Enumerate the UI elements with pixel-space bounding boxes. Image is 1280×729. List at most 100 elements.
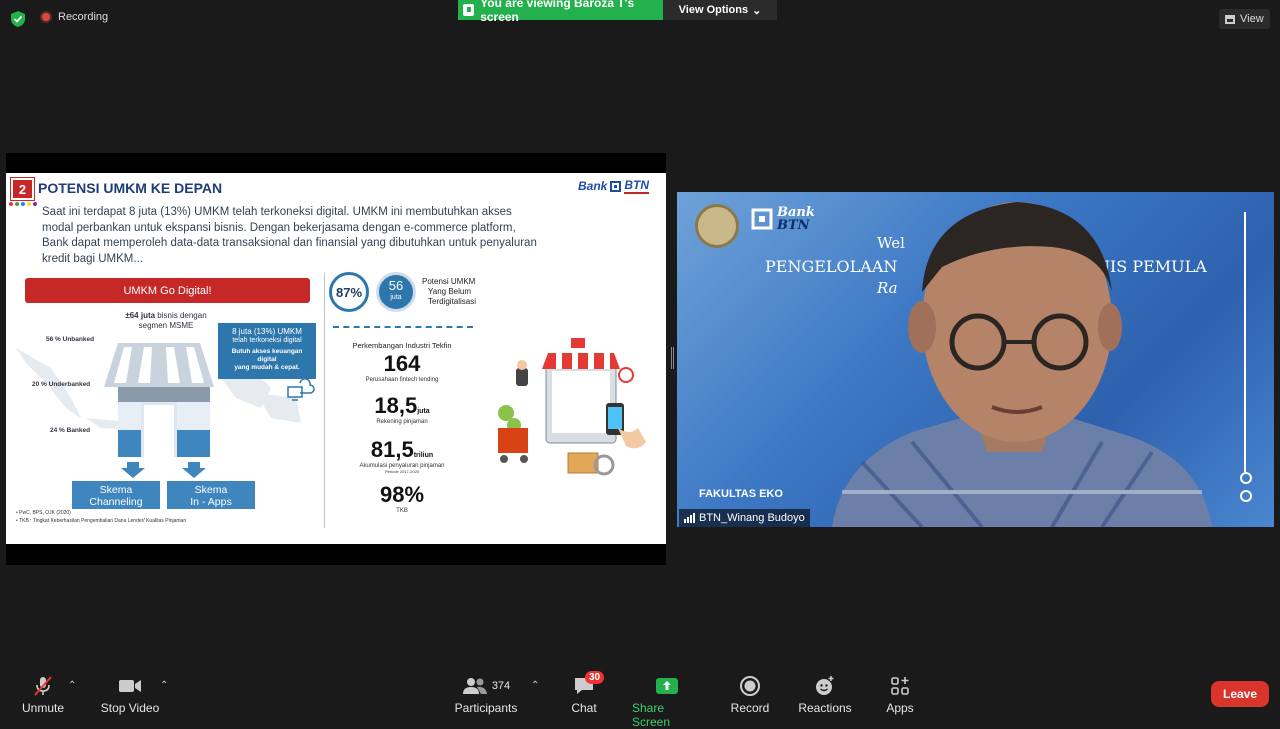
participant-person-graphic bbox=[832, 202, 1212, 527]
slide-divider bbox=[324, 273, 325, 528]
percent-87-circle: 87% bbox=[329, 272, 369, 312]
chat-button[interactable]: 30 Chat bbox=[568, 671, 605, 715]
msme-label: ±64 juta bisnis dengan segmen MSME bbox=[121, 311, 211, 331]
arrow-down-icon bbox=[121, 462, 145, 478]
56-juta-circle: 56 juta bbox=[376, 272, 416, 312]
tekfin-title: Perkembangan Industri Tekfin bbox=[352, 341, 452, 350]
stat3-period: Periode 2017-2020 bbox=[384, 469, 420, 474]
skema-inapps-box: Skema In - Apps bbox=[167, 481, 255, 509]
apps-icon bbox=[890, 675, 910, 697]
btn-logo: Bank BTN bbox=[578, 178, 650, 194]
footnote1-text: PwC, BPS, OJK (2020) bbox=[19, 510, 71, 516]
bank-logo-icon bbox=[610, 180, 622, 192]
stop-video-button[interactable]: Stop Video bbox=[100, 675, 160, 715]
slide-title: POTENSI UMKM KE DEPAN bbox=[38, 180, 223, 196]
chat-label: Chat bbox=[571, 701, 597, 715]
msme-line2: segmen MSME bbox=[138, 321, 194, 330]
apps-button[interactable]: Apps bbox=[883, 675, 917, 715]
participants-options-caret[interactable]: ⌃ bbox=[531, 680, 539, 691]
chat-bubble-icon: 30 bbox=[573, 671, 605, 697]
stat4-label: TKB bbox=[396, 508, 408, 514]
unmute-button[interactable]: Unmute bbox=[20, 675, 66, 715]
store-bar-unbanked bbox=[118, 387, 210, 402]
participants-label: Participants bbox=[454, 701, 518, 715]
skema1-line1: Skema bbox=[99, 484, 133, 496]
stat-akumulasi: 81,5triliun Akumulasi penyaluran pinjama… bbox=[332, 437, 472, 474]
view-button[interactable]: View bbox=[1219, 9, 1270, 29]
stat1-label: Perusahaan fintech lending bbox=[365, 377, 439, 383]
potensi-line2: Yang Belum bbox=[428, 287, 471, 296]
unmute-label: Unmute bbox=[21, 701, 65, 715]
footnote2-text: TKB : Tingkat Keberhasilan Pengembalian … bbox=[19, 518, 187, 524]
viewing-label: You are viewing Baroza T's screen bbox=[480, 0, 635, 24]
panel-resize-handle[interactable] bbox=[671, 347, 674, 369]
callout-line1: 8 juta (13%) UMKM bbox=[232, 327, 302, 336]
store-door bbox=[141, 402, 177, 457]
underbanked-label: 20 % Underbanked bbox=[32, 381, 91, 388]
bg-vertical-line bbox=[1244, 212, 1246, 472]
store-awning-graphic bbox=[104, 343, 214, 387]
share-screen-icon bbox=[463, 4, 475, 16]
stat-tkb: 98% TKB bbox=[332, 482, 472, 514]
pct56-unit: juta bbox=[390, 294, 402, 301]
stat4-value: 98% bbox=[379, 482, 425, 507]
view-label: View bbox=[1240, 13, 1264, 25]
participant-name: BTN_Winang Budoyo bbox=[699, 512, 805, 524]
footnote-1: • PwC, BPS, OJK (2020) bbox=[16, 510, 71, 516]
callout-line3: Butuh akses keuangan digital bbox=[231, 348, 303, 363]
viewing-screen-banner: You are viewing Baroza T's screen bbox=[458, 0, 663, 24]
footnote-2: • TKB : Tingkat Keberhasilan Pengembalia… bbox=[16, 518, 187, 524]
brand-a: Bank bbox=[578, 179, 608, 193]
stat-fintech: 164 Perusahaan fintech lending bbox=[332, 351, 472, 383]
participants-button[interactable]: 374 Participants bbox=[455, 675, 517, 715]
reactions-button[interactable]: Reactions bbox=[798, 675, 852, 715]
msme-rest: bisnis dengan bbox=[155, 311, 207, 320]
view-options-label: View Options bbox=[678, 4, 749, 16]
signal-strength-icon bbox=[684, 513, 695, 523]
grid-view-icon bbox=[1225, 14, 1235, 24]
record-button[interactable]: Record bbox=[730, 675, 770, 715]
shield-icon[interactable] bbox=[10, 10, 26, 28]
potensi-line3: Terdigitalisasi bbox=[428, 297, 477, 306]
stat2-value: 18,5 bbox=[374, 393, 418, 418]
bg-circle-decoration bbox=[1240, 490, 1252, 502]
slide-paragraph: Saat ini terdapat 8 juta (13%) UMKM tela… bbox=[42, 206, 537, 265]
recording-indicator[interactable]: Recording bbox=[40, 11, 108, 23]
participants-icon: 374 bbox=[462, 675, 510, 697]
share-screen-button[interactable]: Share Screen bbox=[632, 675, 702, 729]
smiley-plus-icon bbox=[814, 675, 836, 697]
stat3-unit: triliun bbox=[413, 452, 434, 459]
msme-bold: ±64 juta bbox=[125, 311, 156, 320]
cloud-computer-icon bbox=[287, 378, 315, 401]
view-options-button[interactable]: View Options ⌄ bbox=[663, 0, 777, 20]
callout-box: 8 juta (13%) UMKM telah terkoneksi digit… bbox=[218, 323, 316, 379]
reactions-label: Reactions bbox=[798, 701, 852, 715]
bg-circle-decoration bbox=[1240, 472, 1252, 484]
participant-video-tile[interactable]: BankBTN Wel n PENGELOLAAN SNIS PEMULA Ra… bbox=[677, 192, 1274, 527]
callout-line4: yang mudah & cepat. bbox=[234, 364, 300, 371]
video-options-caret[interactable]: ⌃ bbox=[160, 680, 168, 691]
record-label: Record bbox=[730, 701, 770, 715]
chat-badge: 30 bbox=[585, 671, 605, 684]
go-digital-banner: UMKM Go Digital! bbox=[25, 278, 310, 303]
pct56-value: 56 bbox=[388, 278, 404, 293]
apps-label: Apps bbox=[886, 701, 914, 715]
stat-rekening: 18,5juta Rekening pinjaman bbox=[332, 393, 472, 425]
shared-slide[interactable]: 2 POTENSI UMKM KE DEPAN Bank BTN Saat in… bbox=[6, 173, 666, 544]
leave-button[interactable]: Leave bbox=[1211, 681, 1269, 707]
bank-logo-icon bbox=[751, 208, 773, 230]
muted-microphone-icon bbox=[32, 675, 54, 697]
record-dot-icon bbox=[40, 11, 52, 23]
skema2-line1: Skema bbox=[194, 484, 228, 496]
audio-options-caret[interactable]: ⌃ bbox=[68, 680, 76, 691]
recording-label: Recording bbox=[58, 11, 109, 23]
share-screen-icon bbox=[655, 675, 679, 697]
stat3-value: 81,5 bbox=[370, 437, 414, 462]
potensi-line1: Potensi UMKM bbox=[422, 277, 476, 286]
callout-line2: telah terkoneksi digital bbox=[232, 337, 302, 344]
slide-number: 2 bbox=[11, 178, 34, 200]
unbanked-label: 56 % Unbanked bbox=[46, 336, 95, 343]
skema-channeling-box: Skema Channeling bbox=[72, 481, 160, 509]
participant-nameplate: BTN_Winang Budoyo bbox=[679, 509, 810, 527]
video-camera-icon bbox=[118, 675, 142, 697]
